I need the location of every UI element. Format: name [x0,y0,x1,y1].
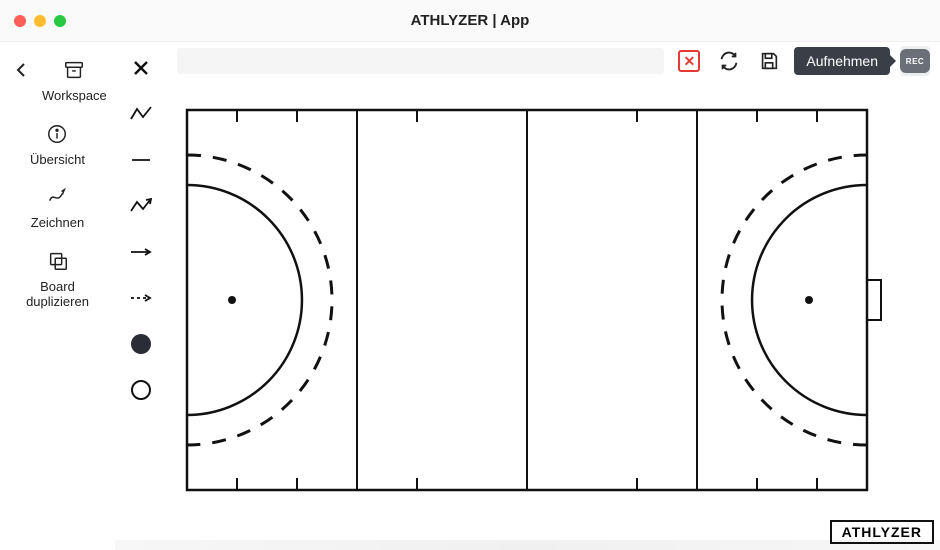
top-toolbar: ✕ Aufnehmen REC [167,42,940,80]
sidebar-label: Zeichnen [31,215,84,231]
rec-icon: REC [900,49,930,73]
info-icon [43,120,71,148]
filled-dot-tool-icon[interactable] [129,332,153,356]
save-button[interactable] [754,46,784,76]
hollow-dot-tool-icon[interactable] [129,378,153,402]
toolbar-spacer [177,48,664,74]
titlebar: ATHLYZER | App [0,0,940,42]
arrow-polyline-tool-icon[interactable] [129,194,153,218]
back-icon[interactable] [14,56,28,84]
sidebar: Workspace Übersicht Zeichnen [0,42,115,550]
sidebar-label: Workspace [42,88,107,104]
sidebar-item-overview[interactable]: Übersicht [30,120,85,168]
record-tooltip: Aufnehmen [794,47,890,75]
save-icon [758,50,780,72]
archive-icon [60,56,88,84]
minimize-window-icon[interactable] [34,15,46,27]
refresh-icon [718,50,740,72]
cancel-x-icon: ✕ [678,50,700,72]
main-area: ✕ Aufnehmen REC [167,42,940,550]
duplicate-icon [44,247,72,275]
sidebar-item-draw[interactable]: Zeichnen [31,183,84,231]
field-diagram [177,100,927,520]
sidebar-label: Übersicht [30,152,85,168]
refresh-button[interactable] [714,46,744,76]
sidebar-label: Board duplizieren [26,279,89,310]
window-title: ATHLYZER | App [0,12,940,29]
close-icon[interactable] [129,56,153,80]
zoom-window-icon[interactable] [54,15,66,27]
sidebar-item-duplicate[interactable]: Board duplizieren [26,247,89,310]
bottom-shadow [115,540,940,550]
arrow-tool-icon[interactable] [129,240,153,264]
close-window-icon[interactable] [14,15,26,27]
arrow-dashed-tool-icon[interactable] [129,286,153,310]
tactics-board-canvas[interactable]: ATHLYZER [167,80,940,550]
sidebar-item-workspace[interactable]: Workspace [42,56,107,104]
line-tool-icon[interactable] [129,148,153,172]
scribble-icon [43,183,71,211]
window-controls [14,15,66,27]
drawing-toolbar [115,42,167,550]
record-button[interactable]: REC [900,46,930,76]
polyline-tool-icon[interactable] [129,102,153,126]
cancel-button[interactable]: ✕ [674,46,704,76]
